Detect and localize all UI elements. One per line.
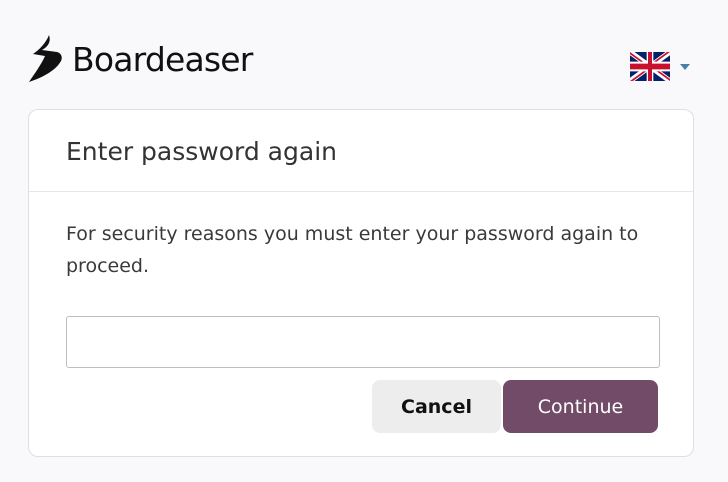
security-message: For security reasons you must enter your… <box>66 223 639 277</box>
password-input[interactable] <box>66 316 660 368</box>
dialog-title: Enter password again <box>66 137 337 166</box>
reauth-dialog: Enter password again For security reason… <box>28 109 694 457</box>
dialog-header: Enter password again <box>29 110 693 192</box>
continue-button[interactable]: Continue <box>503 380 658 433</box>
dialog-actions: Cancel Continue <box>372 380 658 433</box>
boardeaser-logo-icon <box>29 35 62 82</box>
brand-name: Boardeaser <box>72 39 253 79</box>
dialog-body: For security reasons you must enter your… <box>29 192 693 368</box>
page-header: Boardeaser <box>0 0 728 108</box>
uk-flag-icon <box>630 52 670 81</box>
brand-logo[interactable]: Boardeaser <box>28 34 253 84</box>
caret-down-icon <box>680 63 690 70</box>
cancel-button[interactable]: Cancel <box>372 380 501 433</box>
language-selector[interactable] <box>630 52 690 81</box>
